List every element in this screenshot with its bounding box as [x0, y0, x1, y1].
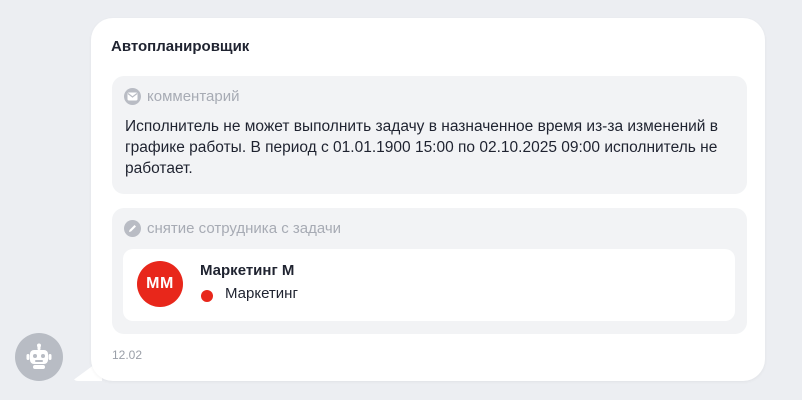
- removal-block: снятие сотрудника с задачи ММ Маркетинг …: [112, 208, 747, 334]
- removal-header-label: снятие сотрудника с задачи: [147, 220, 342, 237]
- robot-icon: [26, 343, 52, 369]
- avatar: ММ: [137, 261, 183, 307]
- comment-header: комментарий: [124, 88, 239, 105]
- message-card: Автопланировщик комментарий Исполнитель …: [91, 18, 765, 381]
- pencil-icon: [124, 220, 141, 237]
- comment-header-label: комментарий: [147, 88, 240, 105]
- department-label: Маркетинг: [225, 285, 298, 302]
- envelope-icon: [124, 88, 141, 105]
- status-dot: [201, 290, 213, 302]
- sender-name: Автопланировщик: [111, 38, 250, 55]
- employee-name: Маркетинг М: [200, 262, 295, 279]
- comment-text: Исполнитель не может выполнить задачу в …: [125, 118, 719, 177]
- employee-card[interactable]: ММ Маркетинг М Маркетинг: [123, 249, 735, 321]
- comment-block: комментарий Исполнитель не может выполни…: [112, 76, 747, 194]
- removal-header: снятие сотрудника с задачи: [124, 220, 341, 237]
- employee-department: Маркетинг: [201, 285, 298, 302]
- message-timestamp: 12.02: [112, 348, 143, 362]
- bot-avatar: [15, 333, 63, 381]
